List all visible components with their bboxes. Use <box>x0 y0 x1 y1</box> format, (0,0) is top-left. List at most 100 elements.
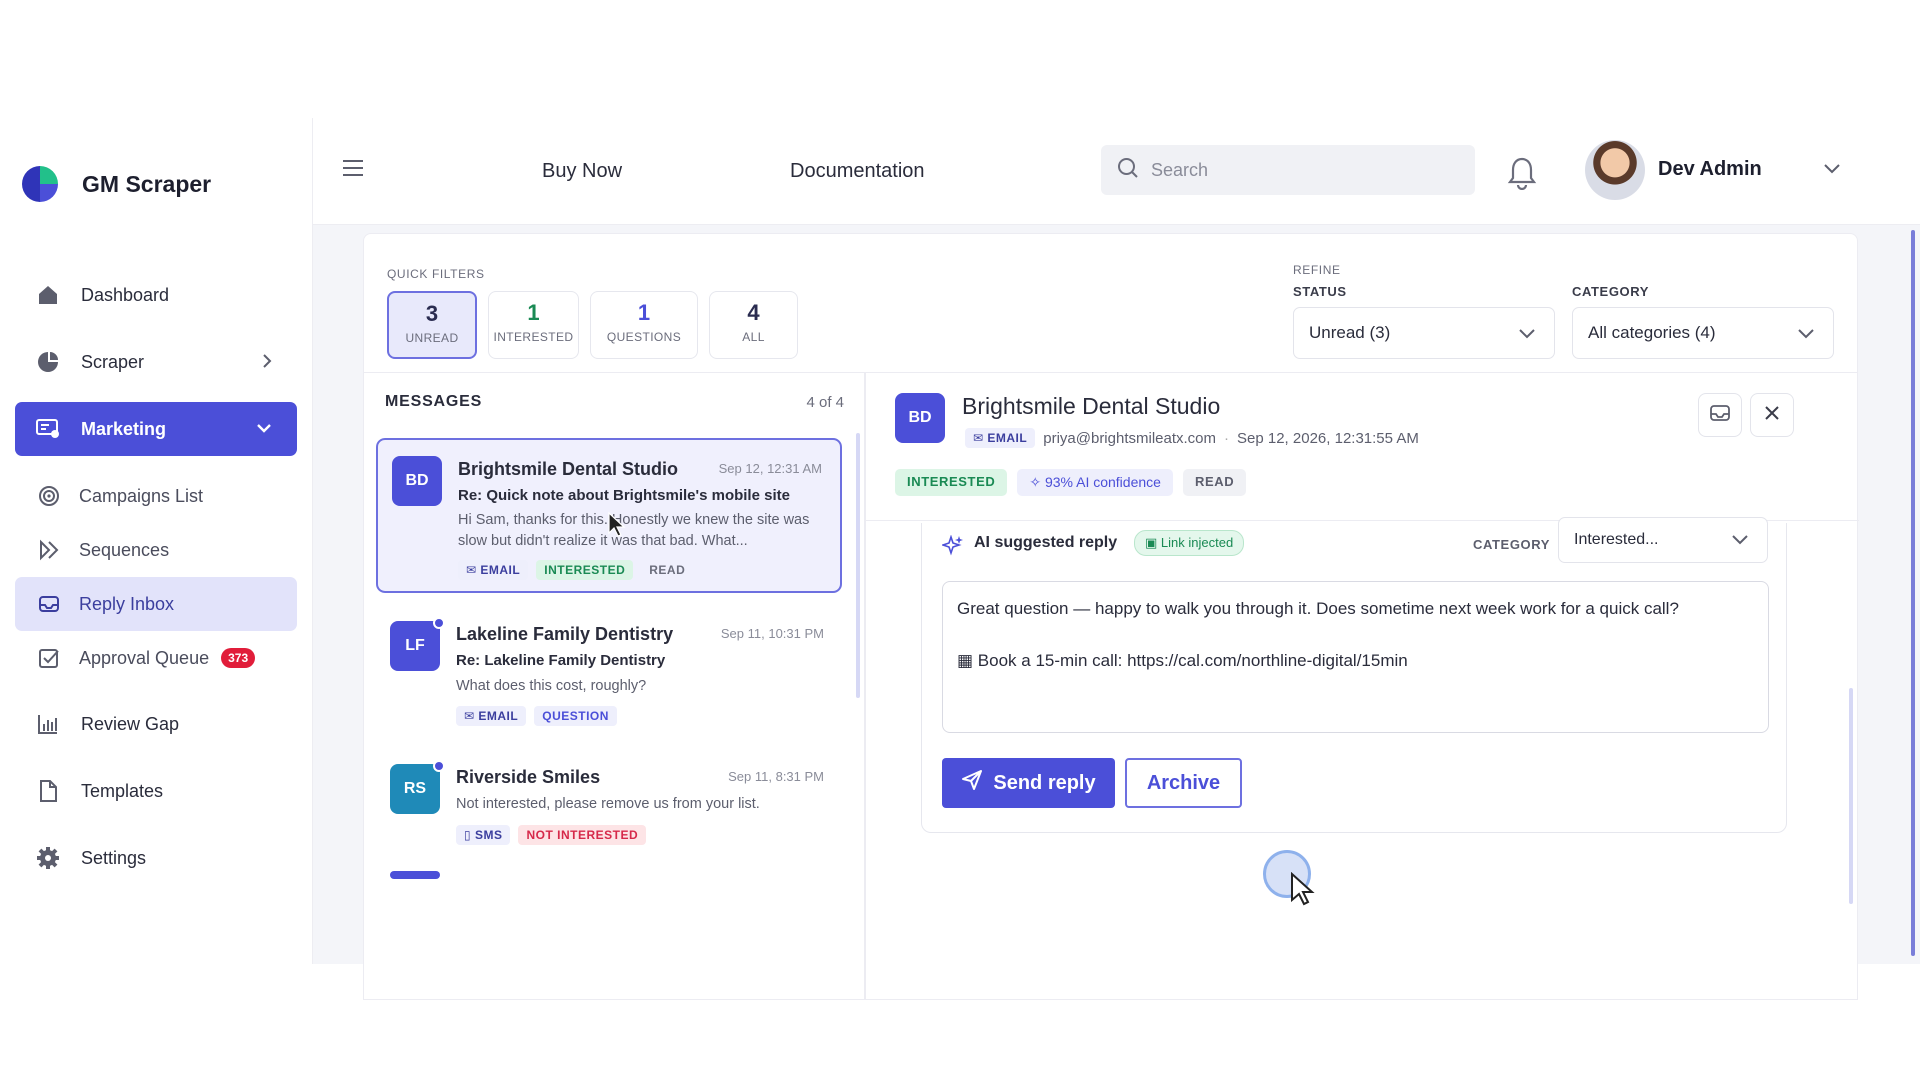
sidebar-item-templates[interactable]: Templates <box>15 764 297 818</box>
search-input[interactable] <box>1151 159 1451 181</box>
close-icon <box>1764 405 1780 426</box>
sidebar-item-settings[interactable]: Settings <box>15 831 297 885</box>
bar-chart-icon <box>35 711 61 737</box>
message-sender: Brightsmile Dental Studio <box>458 459 679 479</box>
detail-scrollbar[interactable] <box>1849 688 1853 904</box>
sidebar-item-label: Campaigns List <box>79 485 204 506</box>
sidebar-item-marketing[interactable]: Marketing <box>15 402 297 456</box>
status-badge: NOT INTERESTED <box>518 825 647 845</box>
send-icon <box>961 769 983 797</box>
message-timestamp: Sep 12, 2026, 12:31:55 AM <box>1237 429 1419 447</box>
hamburger-menu-icon[interactable] <box>342 158 364 183</box>
sidebar-item-sequences[interactable]: Sequences <box>15 523 297 577</box>
sidebar: GM Scraper Dashboard Scraper Marketing C… <box>0 118 313 964</box>
archive-button[interactable]: Archive <box>1125 758 1242 808</box>
avatar[interactable] <box>1585 140 1645 200</box>
messages-list: MESSAGES 4 of 4 BD Brightsmile Dental St… <box>363 373 865 1000</box>
reply-category-select[interactable]: Interested... <box>1558 517 1768 563</box>
quick-filter-caption: INTERESTED <box>493 330 574 344</box>
quick-filter-caption: UNREAD <box>405 331 459 345</box>
close-button[interactable] <box>1750 393 1794 437</box>
chevron-down-icon[interactable] <box>1823 162 1841 180</box>
sparkle-icon: ✧ <box>1029 474 1045 490</box>
status-badge: INTERESTED <box>536 560 634 580</box>
avatar: RS <box>390 764 440 814</box>
message-detail: BD Brightsmile Dental Studio ✉ EMAIL pri… <box>865 373 1859 1000</box>
cursor-icon <box>607 511 627 544</box>
avatar: BD <box>895 393 945 443</box>
channel-tag: ✉ EMAIL <box>965 428 1036 448</box>
sidebar-item-label: Marketing <box>81 418 167 439</box>
sidebar-item-campaigns-list[interactable]: Campaigns List <box>15 469 297 523</box>
unread-dot <box>433 617 445 629</box>
page-scrollbar[interactable] <box>1911 230 1915 956</box>
avatar: BD <box>392 456 442 506</box>
messages-count: 4 of 4 <box>806 394 844 411</box>
sidebar-item-scraper[interactable]: Scraper <box>15 335 297 389</box>
brand[interactable]: GM Scraper <box>20 164 211 204</box>
list-item[interactable] <box>376 871 842 879</box>
message-preview: Hi Sam, thanks for this. Honestly we kne… <box>458 512 810 549</box>
calendar-icon: ▣ <box>1145 535 1161 550</box>
ai-confidence-badge: ✧ 93% AI confidence <box>1017 469 1173 496</box>
gear-icon <box>35 845 61 871</box>
sidebar-item-reply-inbox[interactable]: Reply Inbox <box>15 577 297 631</box>
message-sender: Riverside Smiles <box>456 767 601 787</box>
sparkle-icon <box>940 534 964 562</box>
bell-icon[interactable] <box>1507 156 1537 195</box>
sender-email: priya@brightsmileatx.com <box>1043 429 1217 447</box>
quick-filter-count: 4 <box>747 300 760 325</box>
buy-now-link[interactable]: Buy Now <box>542 160 622 183</box>
sidebar-nav: Dashboard Scraper Marketing Campaigns Li… <box>15 268 297 898</box>
message-time: Sep 11, 8:31 PM <box>728 769 824 784</box>
message-tags: ✉ EMAIL QUESTION <box>456 706 617 726</box>
message-time: Sep 11, 10:31 PM <box>720 626 824 641</box>
meta-separator: · <box>1224 429 1230 447</box>
reply-link-line: ▦ Book a 15-min call: https://cal.com/no… <box>957 651 1408 670</box>
messages-title: MESSAGES <box>385 393 483 410</box>
quick-filter-questions[interactable]: 1 QUESTIONS <box>590 291 698 359</box>
list-scrollbar[interactable] <box>856 433 860 698</box>
list-item[interactable]: LF Lakeline Family Dentistry Sep 11, 10:… <box>376 605 842 738</box>
user-name[interactable]: Dev Admin <box>1658 158 1762 181</box>
category-select-value: All categories (4) <box>1588 323 1716 342</box>
app-shell: GM Scraper Dashboard Scraper Marketing C… <box>0 118 1920 1000</box>
reply-textarea[interactable]: Great question — happy to walk you throu… <box>942 581 1769 733</box>
ai-suggested-reply-label: AI suggested reply <box>974 534 1118 551</box>
list-item[interactable]: RS Riverside Smiles Sep 11, 8:31 PM Not … <box>376 748 842 861</box>
sidebar-item-label: Settings <box>81 847 147 868</box>
search-bar[interactable] <box>1101 145 1475 195</box>
sidebar-item-label: Sequences <box>79 539 170 560</box>
sidebar-item-approval-queue[interactable]: Approval Queue 373 <box>15 631 297 685</box>
status-badge: QUESTION <box>534 706 617 726</box>
quick-filter-count: 1 <box>637 300 651 325</box>
refine-label: REFINE <box>1293 263 1341 277</box>
documentation-link[interactable]: Documentation <box>790 160 925 183</box>
quick-filter-interested[interactable]: 1 INTERESTED <box>488 291 579 359</box>
send-reply-button[interactable]: Send reply <box>942 758 1115 808</box>
quick-filter-all[interactable]: 4 ALL <box>709 291 798 359</box>
marketing-submenu: Campaigns List Sequences Reply Inbox App… <box>15 469 297 685</box>
reply-text-line: Great question — happy to walk you throu… <box>957 599 1679 618</box>
sidebar-item-label: Dashboard <box>81 284 170 305</box>
quick-filters: 3 UNREAD 1 INTERESTED 1 QUESTIONS 4 ALL <box>387 291 798 359</box>
quick-filter-count: 1 <box>527 300 540 325</box>
message-tags: ▯ SMS NOT INTERESTED <box>456 825 647 845</box>
avatar <box>390 871 440 879</box>
sidebar-item-dashboard[interactable]: Dashboard <box>15 268 297 322</box>
detail-meta: ✉ EMAIL priya@brightsmileatx.com · Sep 1… <box>965 428 1419 448</box>
detail-tags: INTERESTED ✧ 93% AI confidence READ <box>895 469 1247 496</box>
status-badge: INTERESTED <box>895 469 1008 496</box>
topbar: Buy Now Documentation Dev Admin <box>313 118 1920 225</box>
send-reply-label: Send reply <box>993 771 1096 794</box>
avatar: LF <box>390 621 440 671</box>
link-injected-badge: ▣ Link injected <box>1134 530 1245 556</box>
archive-inbox-button[interactable] <box>1698 393 1742 437</box>
category-select[interactable]: All categories (4) <box>1572 307 1834 359</box>
quick-filter-unread[interactable]: 3 UNREAD <box>387 291 477 359</box>
filters-panel: QUICK FILTERS 3 UNREAD 1 INTERESTED 1 QU… <box>363 233 1858 373</box>
message-subject: Re: Lakeline Family Dentistry <box>456 652 666 669</box>
status-select[interactable]: Unread (3) <box>1293 307 1555 359</box>
channel-tag: ✉ EMAIL <box>456 706 527 726</box>
sidebar-item-review-gap[interactable]: Review Gap <box>15 697 297 751</box>
